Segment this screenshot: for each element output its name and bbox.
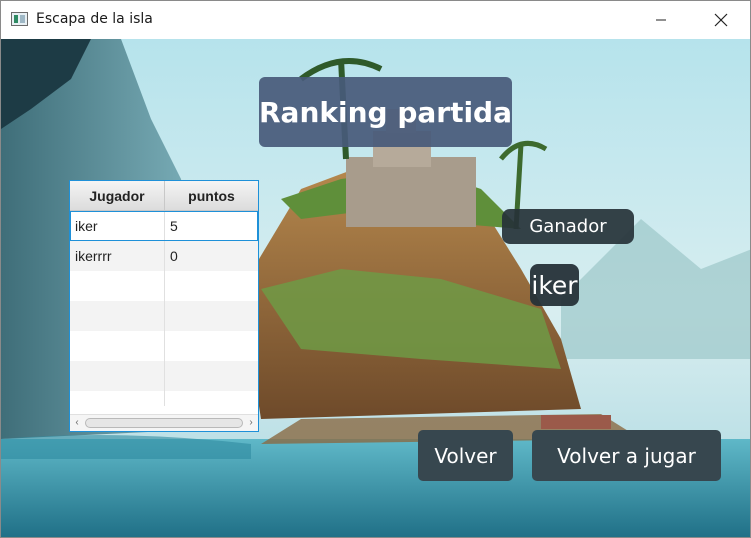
maximize-button[interactable] [638,1,684,39]
empty-row [70,301,258,331]
app-icon [11,12,28,26]
back-button[interactable]: Volver [418,430,513,481]
winner-name: iker [530,264,579,306]
close-icon [714,13,728,27]
window-title: Escapa de la isla [36,11,153,27]
column-header-jugador[interactable]: Jugador [70,181,165,210]
column-header-puntos[interactable]: puntos [165,181,258,210]
page-title: Ranking partida [259,77,512,147]
close-button[interactable] [698,1,744,39]
table-header: Jugador puntos [70,181,258,211]
horizontal-scrollbar[interactable]: ‹ › [70,414,258,431]
table-row[interactable]: ikerrrr 0 [70,241,258,271]
empty-row [70,391,258,406]
scroll-left-icon[interactable]: ‹ [72,418,82,428]
winner-label: Ganador [502,209,634,244]
play-again-button[interactable]: Volver a jugar [532,430,721,481]
table-row[interactable]: iker 5 [70,211,258,241]
cell-jugador: iker [70,211,165,241]
island-background: Ranking partida Jugador puntos iker 5 ik… [1,39,750,537]
cell-puntos: 5 [170,218,178,234]
cell-jugador: ikerrrr [70,241,165,271]
empty-row [70,361,258,391]
scroll-right-icon[interactable]: › [246,418,256,428]
scrollbar-thumb[interactable] [85,418,243,428]
empty-row [70,331,258,361]
cell-puntos: 0 [170,248,178,264]
ranking-table[interactable]: Jugador puntos iker 5 ikerrrr 0 ‹ › [69,180,259,432]
app-window: Escapa de la isla Ranking partida Jugado… [0,0,751,538]
empty-row [70,271,258,301]
